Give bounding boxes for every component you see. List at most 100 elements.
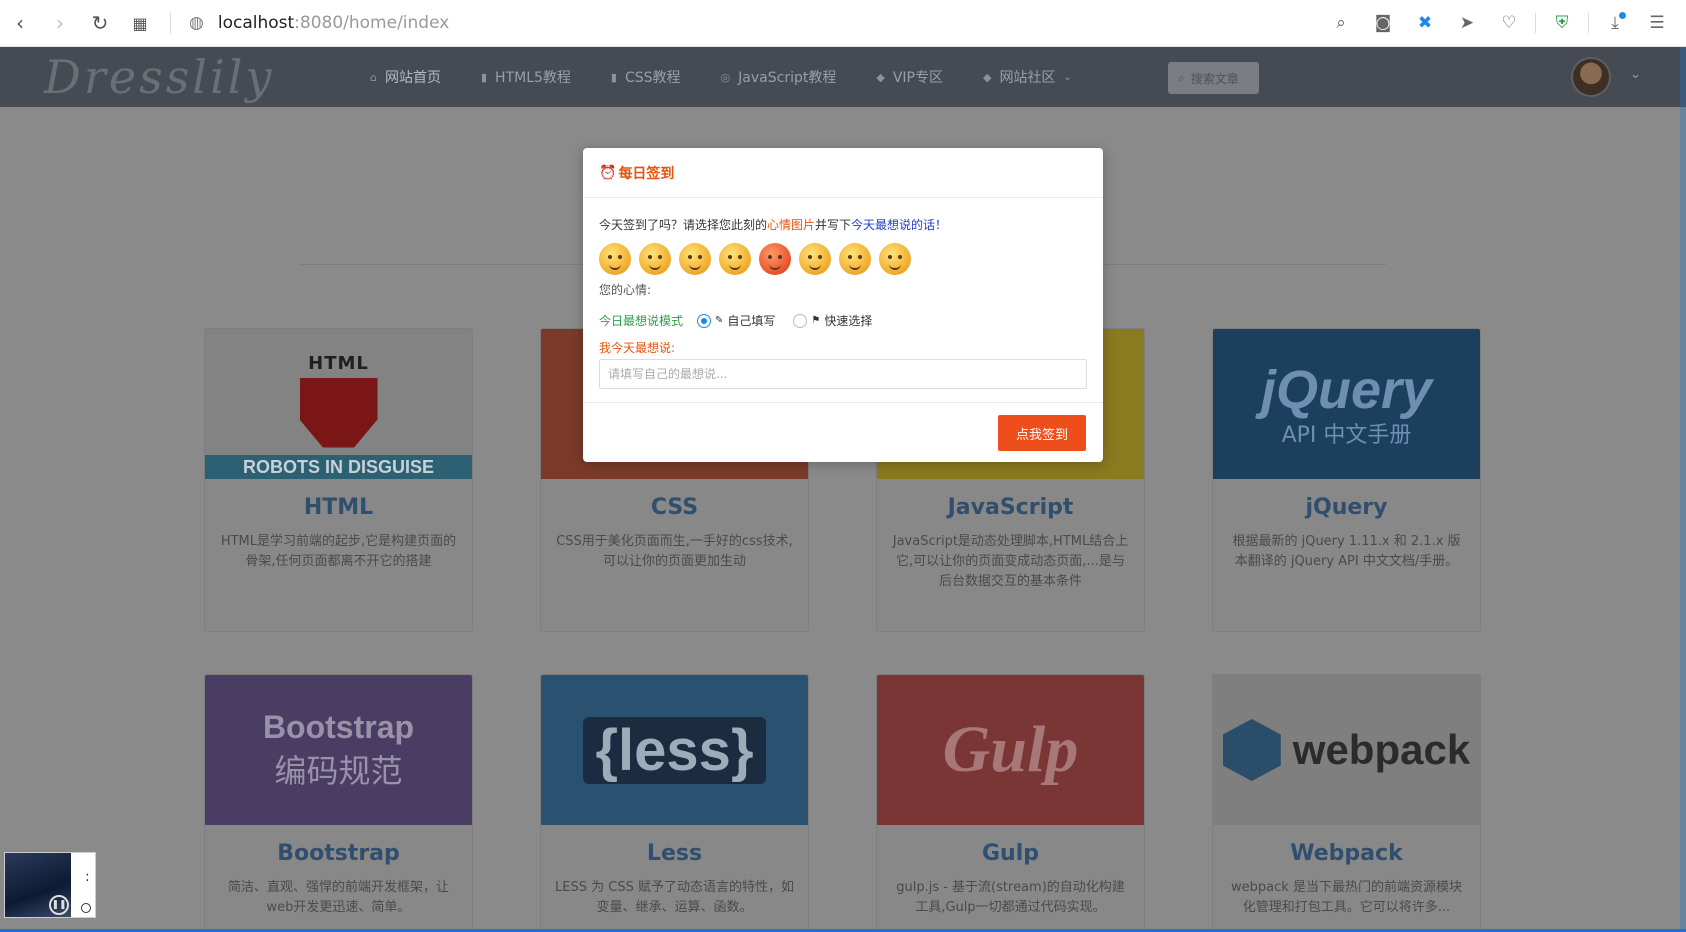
search-page-icon[interactable]: ⌕ [1322,4,1360,42]
emoji-cool-icon[interactable] [839,243,871,275]
emoji-sleepy-icon[interactable] [719,243,751,275]
course-card-html[interactable]: HTML ROBOTS IN DISGUISE HTML HTML是学习前端的起… [204,328,473,632]
course-card-webpack[interactable]: webpack Webpack webpack 是当下最热门的前端资源模块化管理… [1212,674,1481,932]
course-card-bootstrap[interactable]: Bootstrap 编码规范 Bootstrap 简洁、直观、强悍的前端开发框架… [204,674,473,932]
card-description: 简洁、直观、强悍的前端开发框架，让web开发更迅速、简单。 [227,880,449,915]
forward-icon[interactable]: › [40,0,80,47]
option-label: 自己填写 [727,314,776,328]
emoji-happy-icon[interactable] [599,243,631,275]
avatar[interactable] [1571,57,1611,97]
nav-item-css[interactable]: ▮ CSS教程 [611,67,681,87]
card-title[interactable]: Less [541,841,808,866]
card-description: HTML是学习前端的起步,它是构建页面的骨架,任何页面都离不开它的搭建 [220,534,457,569]
option-self-write[interactable]: ✎ 自己填写 [697,312,775,329]
toolbar-divider [1588,13,1589,33]
card-description: webpack 是当下最热门的前端资源模块化管理和打包工具。它可以将许多... [1231,880,1462,915]
card-description: JavaScript是动态处理脚本,HTML结合上它,可以让你的页面变成动态页面… [892,534,1129,589]
pause-icon[interactable]: ❚❚ [49,895,69,915]
option-quick-select[interactable]: ⚑ 快速选择 [793,312,872,329]
scrollbar[interactable] [1680,47,1686,932]
card-title[interactable]: Webpack [1213,841,1480,866]
nav-item-vip[interactable]: ◆ VIP专区 [876,67,943,87]
card-title[interactable]: HTML [205,495,472,520]
card-thumbnail: Gulp [877,675,1144,825]
emoji-crying-icon[interactable] [639,243,671,275]
nav-item-community[interactable]: ◆ 网站社区 ⌄ [983,67,1072,87]
card-title[interactable]: jQuery [1213,495,1480,520]
emoji-shy-icon[interactable] [879,243,911,275]
tabs-grid-icon[interactable]: ▦ [120,0,160,47]
radio-self-write[interactable] [697,313,712,328]
emoji-angry-icon[interactable] [759,243,791,275]
card-thumbnail: HTML ROBOTS IN DISGUISE [205,329,472,479]
thumb-text: Bootstrap [262,708,415,745]
album-cover[interactable]: ❚❚ [5,853,71,917]
say-input[interactable] [599,359,1087,389]
card-title[interactable]: Bootstrap [205,841,472,866]
mood-emoji-list [599,243,1087,275]
card-description: LESS 为 CSS 赋予了动态语言的特性，如变量、继承、运算、函数。 [555,880,794,915]
shield-x-icon[interactable]: ✖ [1406,4,1444,42]
back-icon[interactable]: ‹ [0,0,40,47]
music-player[interactable]: ❚❚ : [4,852,96,918]
prompt-text: 今天签到了吗？请选择您此刻的 [599,218,768,232]
card-description: 根据最新的 jQuery 1.11.x 和 2.1.x 版本翻译的 jQuery… [1232,534,1461,569]
prompt-highlight: 今天最想说的话！ [851,218,948,232]
emoji-sweat-icon[interactable] [799,243,831,275]
nav-item-label: CSS教程 [624,70,681,86]
settings-sliders-icon[interactable]: ☰ [1638,4,1676,42]
community-icon: ◆ [982,70,992,84]
nav-item-javascript[interactable]: ◎ JavaScript教程 [721,67,837,87]
player-toggle-icon[interactable] [81,903,91,913]
globe-icon: ◍ [189,13,204,33]
nav-item-label: VIP专区 [892,70,943,86]
say-label: 我今天最想说: [599,341,676,355]
address-bar[interactable]: ◍ localhost:8080/home/index [189,13,449,33]
card-thumbnail: jQuery API 中文手册 [1213,329,1480,479]
player-menu-text[interactable]: : [85,869,90,885]
card-thumbnail: Bootstrap 编码规范 [205,675,472,825]
card-title[interactable]: CSS [541,495,808,520]
reload-icon[interactable]: ↻ [80,0,120,47]
card-title[interactable]: JavaScript [877,495,1144,520]
thumb-text: ROBOTS IN DISGUISE [205,455,472,479]
mood-label: 您的心情: [599,283,652,297]
search-input[interactable]: ⌕ 搜索文章 [1168,62,1259,94]
nav-item-html5[interactable]: ▮ HTML5教程 [481,67,571,87]
thumb-text: webpack [1292,726,1471,773]
url-path: :8080/home/index [294,13,450,33]
thumb-text: HTML [308,352,369,374]
course-card-less[interactable]: {less} Less LESS 为 CSS 赋予了动态语言的特性，如变量、继承… [540,674,809,932]
card-title[interactable]: Gulp [877,841,1144,866]
thumb-text: Gulp [942,713,1079,786]
vip-icon: ◆ [876,70,885,84]
thumb-text: 编码规范 [274,751,403,790]
download-icon[interactable]: ⤓ [1596,4,1634,42]
toolbar-divider [1535,13,1536,33]
emoji-sad-icon[interactable] [679,243,711,275]
thumb-text: API 中文手册 [1281,423,1412,448]
send-icon[interactable]: ➤ [1448,4,1486,42]
security-shield-icon[interactable]: ⛨ [1543,4,1581,42]
course-card-gulp[interactable]: Gulp Gulp gulp.js - 基于流(stream)的自动化构建工具,… [876,674,1145,932]
home-icon: ⌂ [370,70,377,84]
site-header: Dresslily ⌂ 网站首页 ▮ HTML5教程 ▮ CSS教程 ◎ JavaScr… [0,47,1686,107]
daily-checkin-dialog: ⏰ 每日签到 今天签到了吗？请选择您此刻的心情图片并写下今天最想说的话！ 您的心… [583,148,1103,462]
site-logo[interactable]: Dresslily [44,47,274,107]
course-card-jquery[interactable]: jQuery API 中文手册 jQuery 根据最新的 jQuery 1.11… [1212,328,1481,632]
nav-item-label: HTML5教程 [495,70,571,86]
card-description: CSS用于美化页面而生,一手好的css技术,可以让你的页面更加生动 [556,534,793,569]
edit-icon: ✎ [715,315,724,326]
checkin-button[interactable]: 点我签到 [998,415,1086,451]
screenshot-icon[interactable]: ◙ [1364,4,1402,42]
favorite-heart-icon[interactable]: ♡ [1490,4,1528,42]
main-nav: ⌂ 网站首页 ▮ HTML5教程 ▮ CSS教程 ◎ JavaScript教程 ◆ VIP… [370,47,1072,107]
dialog-title: 每日签到 [618,165,675,182]
nav-item-home[interactable]: ⌂ 网站首页 [370,67,441,87]
radio-quick-select[interactable] [793,313,808,328]
search-icon: ⌕ [1178,70,1185,85]
css3-icon: ▮ [610,70,617,84]
chevron-down-icon[interactable]: ⌄ [1630,67,1641,82]
checkin-prompt: 今天签到了吗？请选择您此刻的心情图片并写下今天最想说的话！ [599,216,1087,233]
browser-toolbar: ‹ › ↻ ▦ ◍ localhost:8080/home/index ⌕ ◙ … [0,0,1686,47]
